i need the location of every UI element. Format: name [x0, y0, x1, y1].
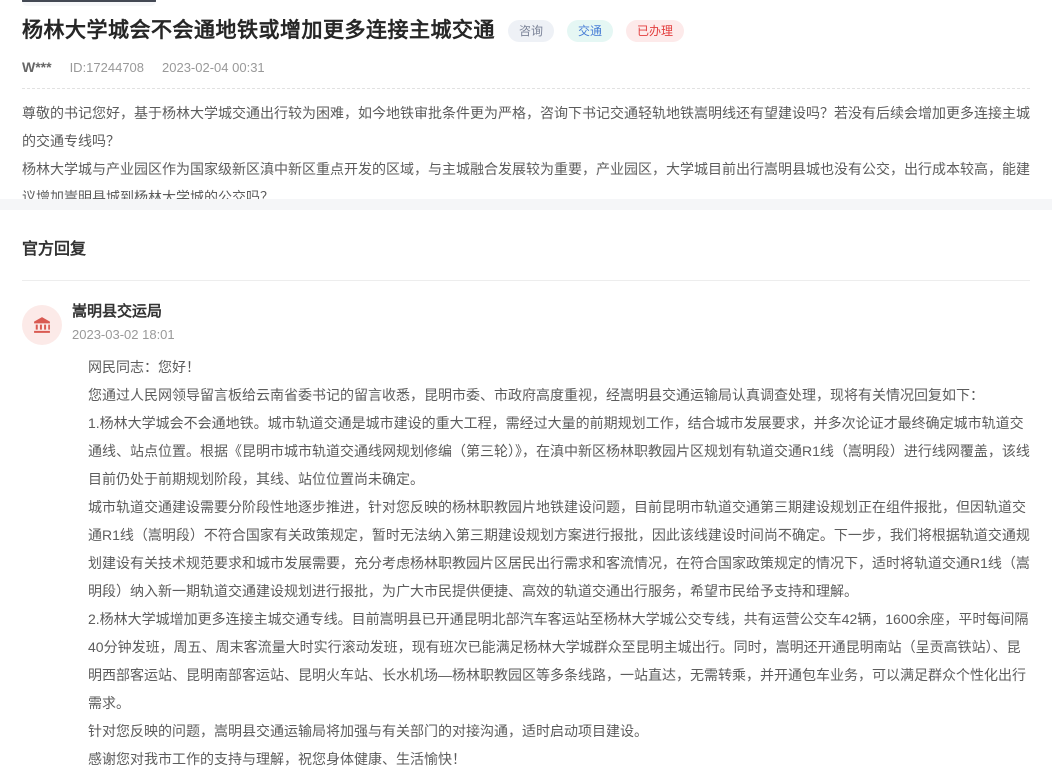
tag-topic[interactable]: 交通 [567, 20, 613, 42]
cutoff-top-element [22, 0, 156, 6]
author-name: W*** [22, 59, 52, 75]
title-row: 杨林大学城会不会通地铁或增加更多连接主城交通 咨询 交通 已办理 [22, 17, 1030, 44]
reply-paragraph: 感谢您对我市工作的支持与理解，祝您身体健康、生活愉快！ [88, 745, 1030, 773]
reply-paragraph: 1.杨林大学城会不会通地铁。城市轨道交通是城市建设的重大工程，需经过大量的前期规… [88, 409, 1030, 493]
section-divider [0, 199, 1052, 210]
reply-department: 嵩明县交运局 [72, 303, 1030, 321]
page-title: 杨林大学城会不会通地铁或增加更多连接主城交通 [22, 17, 495, 44]
reply-body: 网民同志：您好！ 您通过人民网领导留言板给云南省委书记的留言收悉，昆明市委、市政… [88, 353, 1030, 773]
reply-paragraph: 城市轨道交通建设需要分阶段性地逐步推进，针对您反映的杨林职教园片地铁建设问题，目… [88, 493, 1030, 605]
message-id: ID:17244708 [70, 60, 144, 75]
post-time: 2023-02-04 00:31 [162, 60, 265, 75]
tag-category[interactable]: 咨询 [508, 20, 554, 42]
reply-paragraph: 您通过人民网领导留言板给云南省委书记的留言收悉，昆明市委、市政府高度重视，经嵩明… [88, 381, 1030, 409]
bank-icon [22, 305, 62, 345]
question-meta: W*** ID:17244708 2023-02-04 00:31 [22, 59, 1030, 89]
reply-time: 2023-03-02 18:01 [72, 327, 1030, 342]
question-section: 杨林大学城会不会通地铁或增加更多连接主城交通 咨询 交通 已办理 W*** ID… [0, 0, 1052, 225]
reply-item: 嵩明县交运局 2023-03-02 18:01 网民同志：您好！ 您通过人民网领… [22, 303, 1030, 773]
reply-paragraph: 网民同志：您好！ [88, 353, 1030, 381]
question-paragraph: 尊敬的书记您好，基于杨林大学城交通出行较为困难，如今地铁审批条件更为严格，咨询下… [22, 99, 1030, 155]
reply-paragraph: 2.杨林大学城增加更多连接主城交通专线。目前嵩明县已开通昆明北部汽车客运站至杨林… [88, 605, 1030, 717]
official-reply-section: 官方回复 嵩明县交运局 2023-03-02 18:01 网民同志：您好！ 您通… [0, 210, 1052, 773]
official-reply-heading: 官方回复 [22, 235, 1030, 259]
reply-paragraph: 针对您反映的问题，嵩明县交通运输局将加强与有关部门的对接沟通，适时启动项目建设。 [88, 717, 1030, 745]
tag-status-badge[interactable]: 已办理 [626, 20, 684, 42]
heading-divider [22, 280, 1030, 281]
